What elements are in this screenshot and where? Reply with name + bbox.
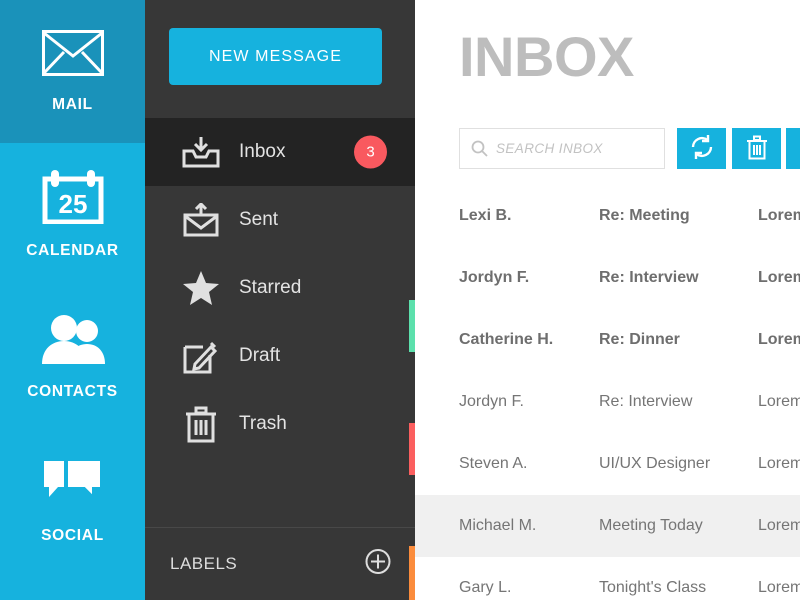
message-sender: Lexi B.	[459, 207, 512, 224]
message-sender: Catherine H.	[459, 331, 554, 348]
message-subject: Re: Interview	[599, 269, 699, 286]
message-sender: Gary L.	[459, 579, 512, 596]
sidebar-nav-list: Inbox 3 Sent Starred Draft Trash	[145, 118, 415, 458]
rail-label-calendar: CALENDAR	[26, 241, 119, 259]
message-row[interactable]: Jordyn F. Re: Interview Lorem	[415, 247, 800, 309]
message-sender: Jordyn F.	[459, 269, 530, 286]
sidebar-label-sent: Sent	[239, 209, 279, 230]
sidebar-item-inbox[interactable]: Inbox 3	[145, 118, 415, 186]
sidebar-label-draft: Draft	[239, 345, 281, 366]
rail-label-contacts: CONTACTS	[27, 382, 118, 400]
message-row[interactable]: Michael M. Meeting Today Lorem	[415, 495, 800, 557]
message-subject: UI/UX Designer	[599, 455, 711, 472]
rail-item-calendar[interactable]: 25 CALENDAR	[0, 143, 145, 286]
rail-item-contacts[interactable]: CONTACTS	[0, 286, 145, 429]
envelope-icon	[41, 29, 104, 81]
message-subject: Tonight's Class	[599, 579, 707, 596]
message-preview: Lorem	[758, 207, 800, 224]
message-preview: Lorem	[758, 331, 800, 348]
message-row[interactable]: Catherine H. Re: Dinner Lorem	[415, 309, 800, 371]
page-title: INBOX	[459, 25, 634, 88]
rail-item-mail[interactable]: MAIL	[0, 0, 145, 143]
star-icon	[175, 270, 227, 306]
sent-icon	[175, 203, 227, 237]
more-actions-button[interactable]	[786, 128, 800, 169]
inbox-unread-badge: 3	[354, 135, 387, 169]
message-preview: Lorem	[758, 517, 800, 534]
message-sender: Michael M.	[459, 517, 537, 534]
chat-bubbles-icon	[42, 456, 104, 514]
delete-button[interactable]	[732, 128, 781, 169]
message-row[interactable]: Steven A. UI/UX Designer Lorem	[415, 433, 800, 495]
rail-label-social: SOCIAL	[41, 526, 104, 544]
refresh-icon	[689, 134, 715, 163]
message-preview: Lorem	[758, 579, 800, 596]
message-row[interactable]: Gary L. Tonight's Class Lorem	[415, 557, 800, 600]
search-input[interactable]	[496, 141, 675, 156]
message-row[interactable]: Jordyn F. Re: Interview Lorem	[415, 371, 800, 433]
message-preview: Lorem	[758, 393, 800, 410]
message-preview: Lorem	[758, 455, 800, 472]
labels-title: LABELS	[170, 554, 238, 573]
mail-app-window: MAIL 25 CALENDAR CONTACTS SOCIAL NEW MES…	[0, 0, 800, 600]
inbox-icon	[175, 135, 227, 169]
contacts-icon	[40, 314, 106, 370]
search-icon	[471, 140, 488, 157]
message-subject: Meeting Today	[599, 517, 703, 534]
labels-section-header: LABELS	[145, 528, 415, 600]
new-message-button[interactable]: NEW MESSAGE	[169, 28, 382, 85]
message-sender: Steven A.	[459, 455, 528, 472]
inbox-panel: INBOX SEARCH INBOX Lexi B. Re: Meeting L…	[415, 0, 800, 600]
trash-icon	[175, 405, 227, 443]
plus-circle-icon[interactable]	[365, 549, 391, 580]
sidebar-item-trash[interactable]: Trash	[145, 390, 415, 458]
message-list: Lexi B. Re: Meeting Lorem Jordyn F. Re: Inte…	[415, 185, 800, 600]
message-sender: Jordyn F.	[459, 393, 524, 410]
message-subject: Re: Meeting	[599, 207, 690, 224]
message-row[interactable]: Lexi B. Re: Meeting Lorem	[415, 185, 800, 247]
message-preview: Lorem	[758, 269, 800, 286]
message-subject: Re: Interview	[599, 393, 693, 410]
calendar-icon: 25	[42, 169, 104, 229]
rail-label-mail: MAIL	[52, 95, 93, 113]
refresh-button[interactable]	[677, 128, 726, 169]
message-subject: Re: Dinner	[599, 331, 680, 348]
app-rail: MAIL 25 CALENDAR CONTACTS SOCIAL	[0, 0, 145, 600]
search-box[interactable]	[459, 128, 675, 169]
rail-item-social[interactable]: SOCIAL	[0, 429, 145, 572]
svg-text:25: 25	[58, 189, 87, 219]
sidebar-item-draft[interactable]: Draft	[145, 322, 415, 390]
trash-icon	[746, 135, 768, 163]
sidebar-label-trash: Trash	[239, 413, 287, 434]
sidebar-item-sent[interactable]: Sent	[145, 186, 415, 254]
mail-sidebar: NEW MESSAGE Inbox 3 Sent Starred Draft T…	[145, 0, 415, 600]
draft-icon	[175, 338, 227, 374]
sidebar-item-starred[interactable]: Starred	[145, 254, 415, 322]
sidebar-label-starred: Starred	[239, 277, 302, 298]
sidebar-label-inbox: Inbox	[239, 141, 286, 162]
